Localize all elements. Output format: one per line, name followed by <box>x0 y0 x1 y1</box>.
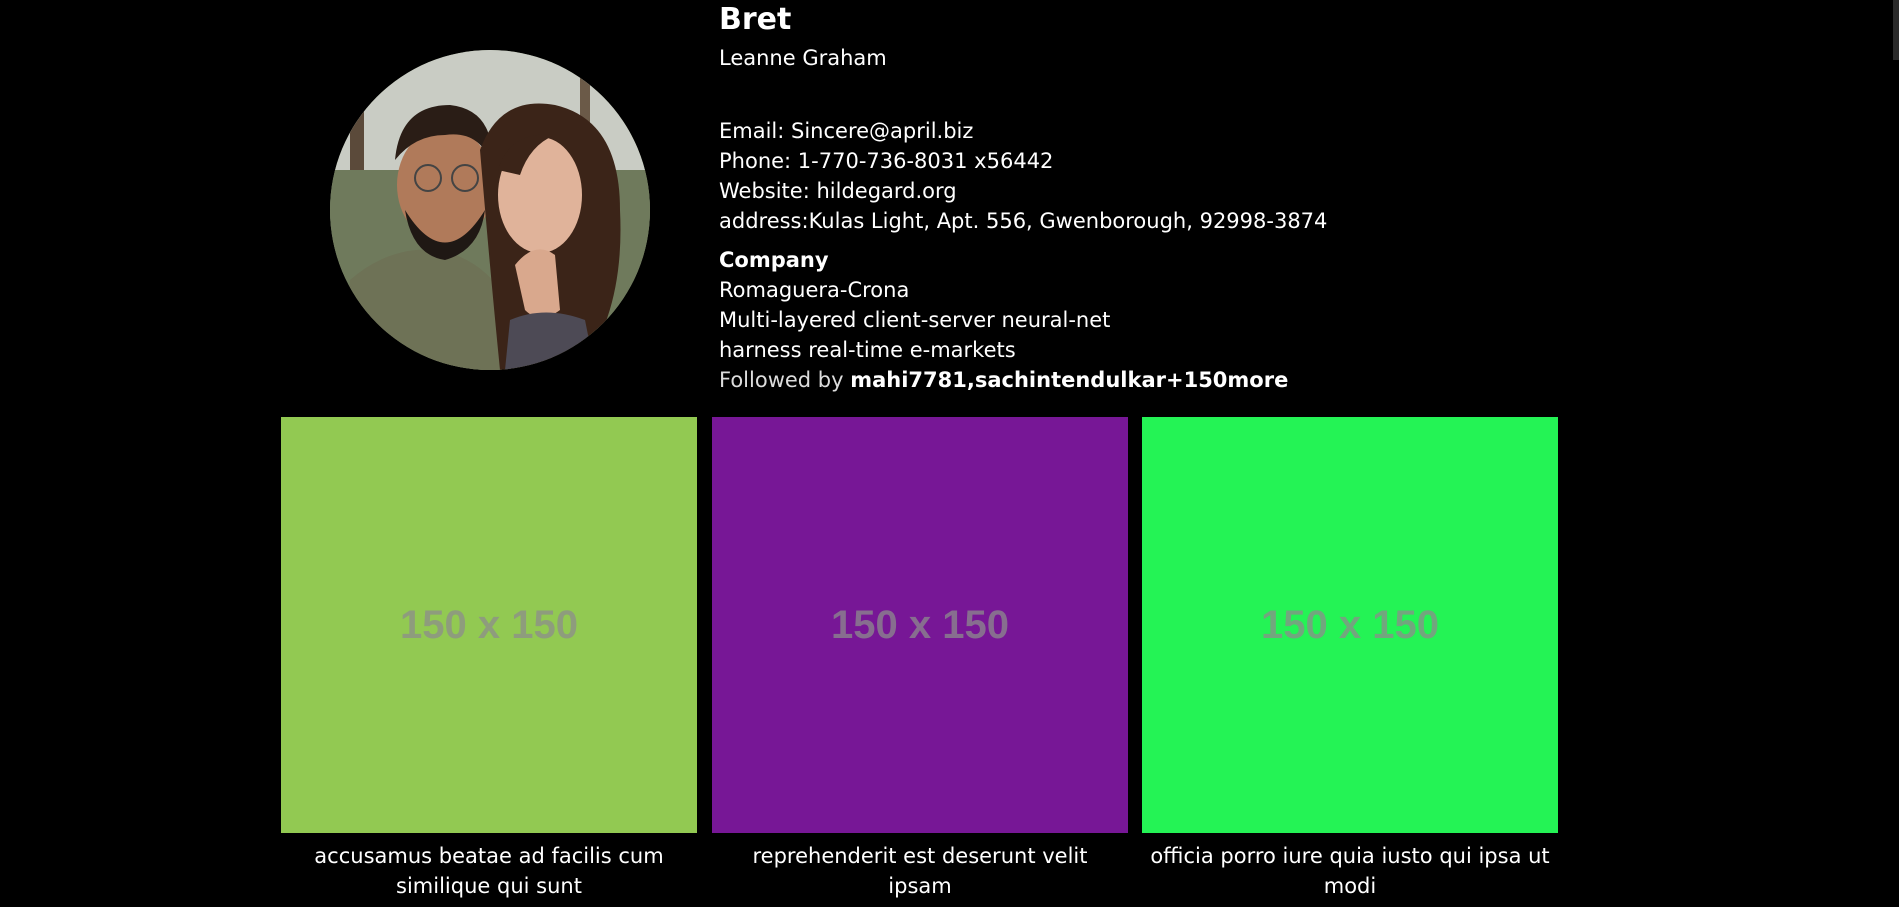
avatar-photo <box>330 50 650 370</box>
profile-page: Bret Leanne Graham Email: Sincere@april.… <box>0 0 1899 907</box>
company-bs: harness real-time e-markets <box>719 338 1016 362</box>
followed-names[interactable]: mahi7781,sachintendulkar+150more <box>850 368 1288 392</box>
phone-text: Phone: 1-770-736-8031 x56442 <box>719 149 1054 173</box>
followed-prefix: Followed by <box>719 368 851 392</box>
photo-caption: accusamus beatae ad facilis cum similiqu… <box>314 844 664 898</box>
photo-card[interactable]: 150 x 150 reprehenderit est deserunt vel… <box>712 417 1128 901</box>
photo-thumbnail[interactable]: 150 x 150 <box>1142 417 1558 833</box>
full-name: Leanne Graham <box>719 46 887 70</box>
followed-by: Followed by mahi7781,sachintendulkar+150… <box>719 365 1288 395</box>
username: Bret <box>719 2 792 37</box>
photo-caption: officia porro iure quia iusto qui ipsa u… <box>1150 844 1550 898</box>
photo-thumbnail[interactable]: 150 x 150 <box>281 417 697 833</box>
email-text: Email: Sincere@april.biz <box>719 119 974 143</box>
photo-thumbnail[interactable]: 150 x 150 <box>712 417 1128 833</box>
photo-card[interactable]: 150 x 150 officia porro iure quia iusto … <box>1142 417 1558 901</box>
company-catchphrase: Multi-layered client-server neural-net <box>719 308 1111 332</box>
address-text: address:Kulas Light, Apt. 556, Gwenborou… <box>719 209 1328 233</box>
avatar <box>330 50 650 370</box>
scrollbar[interactable] <box>1893 0 1899 60</box>
company-name: Romaguera-Crona <box>719 278 910 302</box>
photo-caption: reprehenderit est deserunt velit ipsam <box>752 844 1088 898</box>
photo-card[interactable]: 150 x 150 accusamus beatae ad facilis cu… <box>281 417 697 901</box>
website-text: Website: hildegard.org <box>719 179 957 203</box>
company-heading: Company <box>719 248 829 272</box>
